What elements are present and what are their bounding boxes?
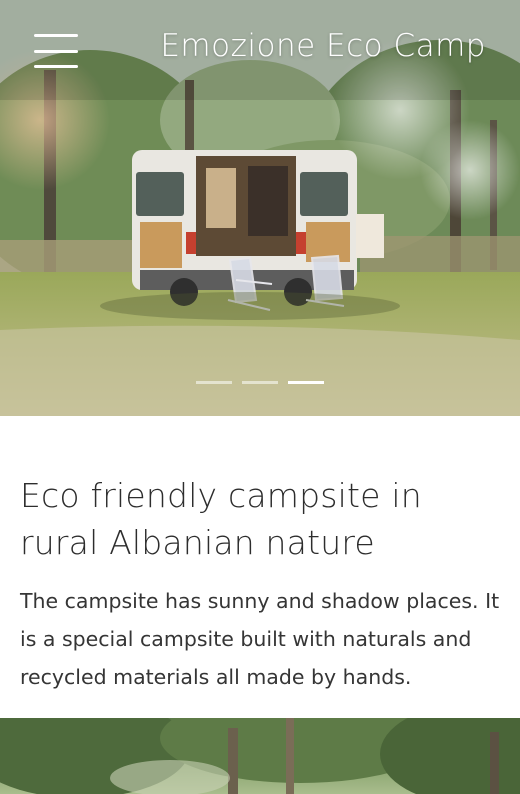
- slide-dot-2[interactable]: [242, 381, 278, 384]
- intro-section: Eco friendly campsite in rural Albanian …: [0, 416, 520, 718]
- menu-line: [34, 49, 78, 53]
- page-headline: Eco friendly campsite in rural Albanian …: [20, 476, 422, 562]
- gallery-image: [0, 718, 520, 794]
- forest-image: [0, 718, 520, 794]
- slide-dot-3[interactable]: [288, 381, 324, 384]
- hero-slider[interactable]: Emozione Eco Camp: [0, 0, 520, 416]
- intro-description: The campsite has sunny and shadow places…: [20, 589, 500, 689]
- slider-pagination: [0, 381, 520, 384]
- menu-line: [34, 65, 78, 68]
- slide-dot-1[interactable]: [196, 381, 232, 384]
- site-title[interactable]: Emozione Eco Camp: [160, 28, 486, 64]
- hamburger-menu-icon[interactable]: [34, 34, 78, 68]
- menu-line: [34, 34, 78, 37]
